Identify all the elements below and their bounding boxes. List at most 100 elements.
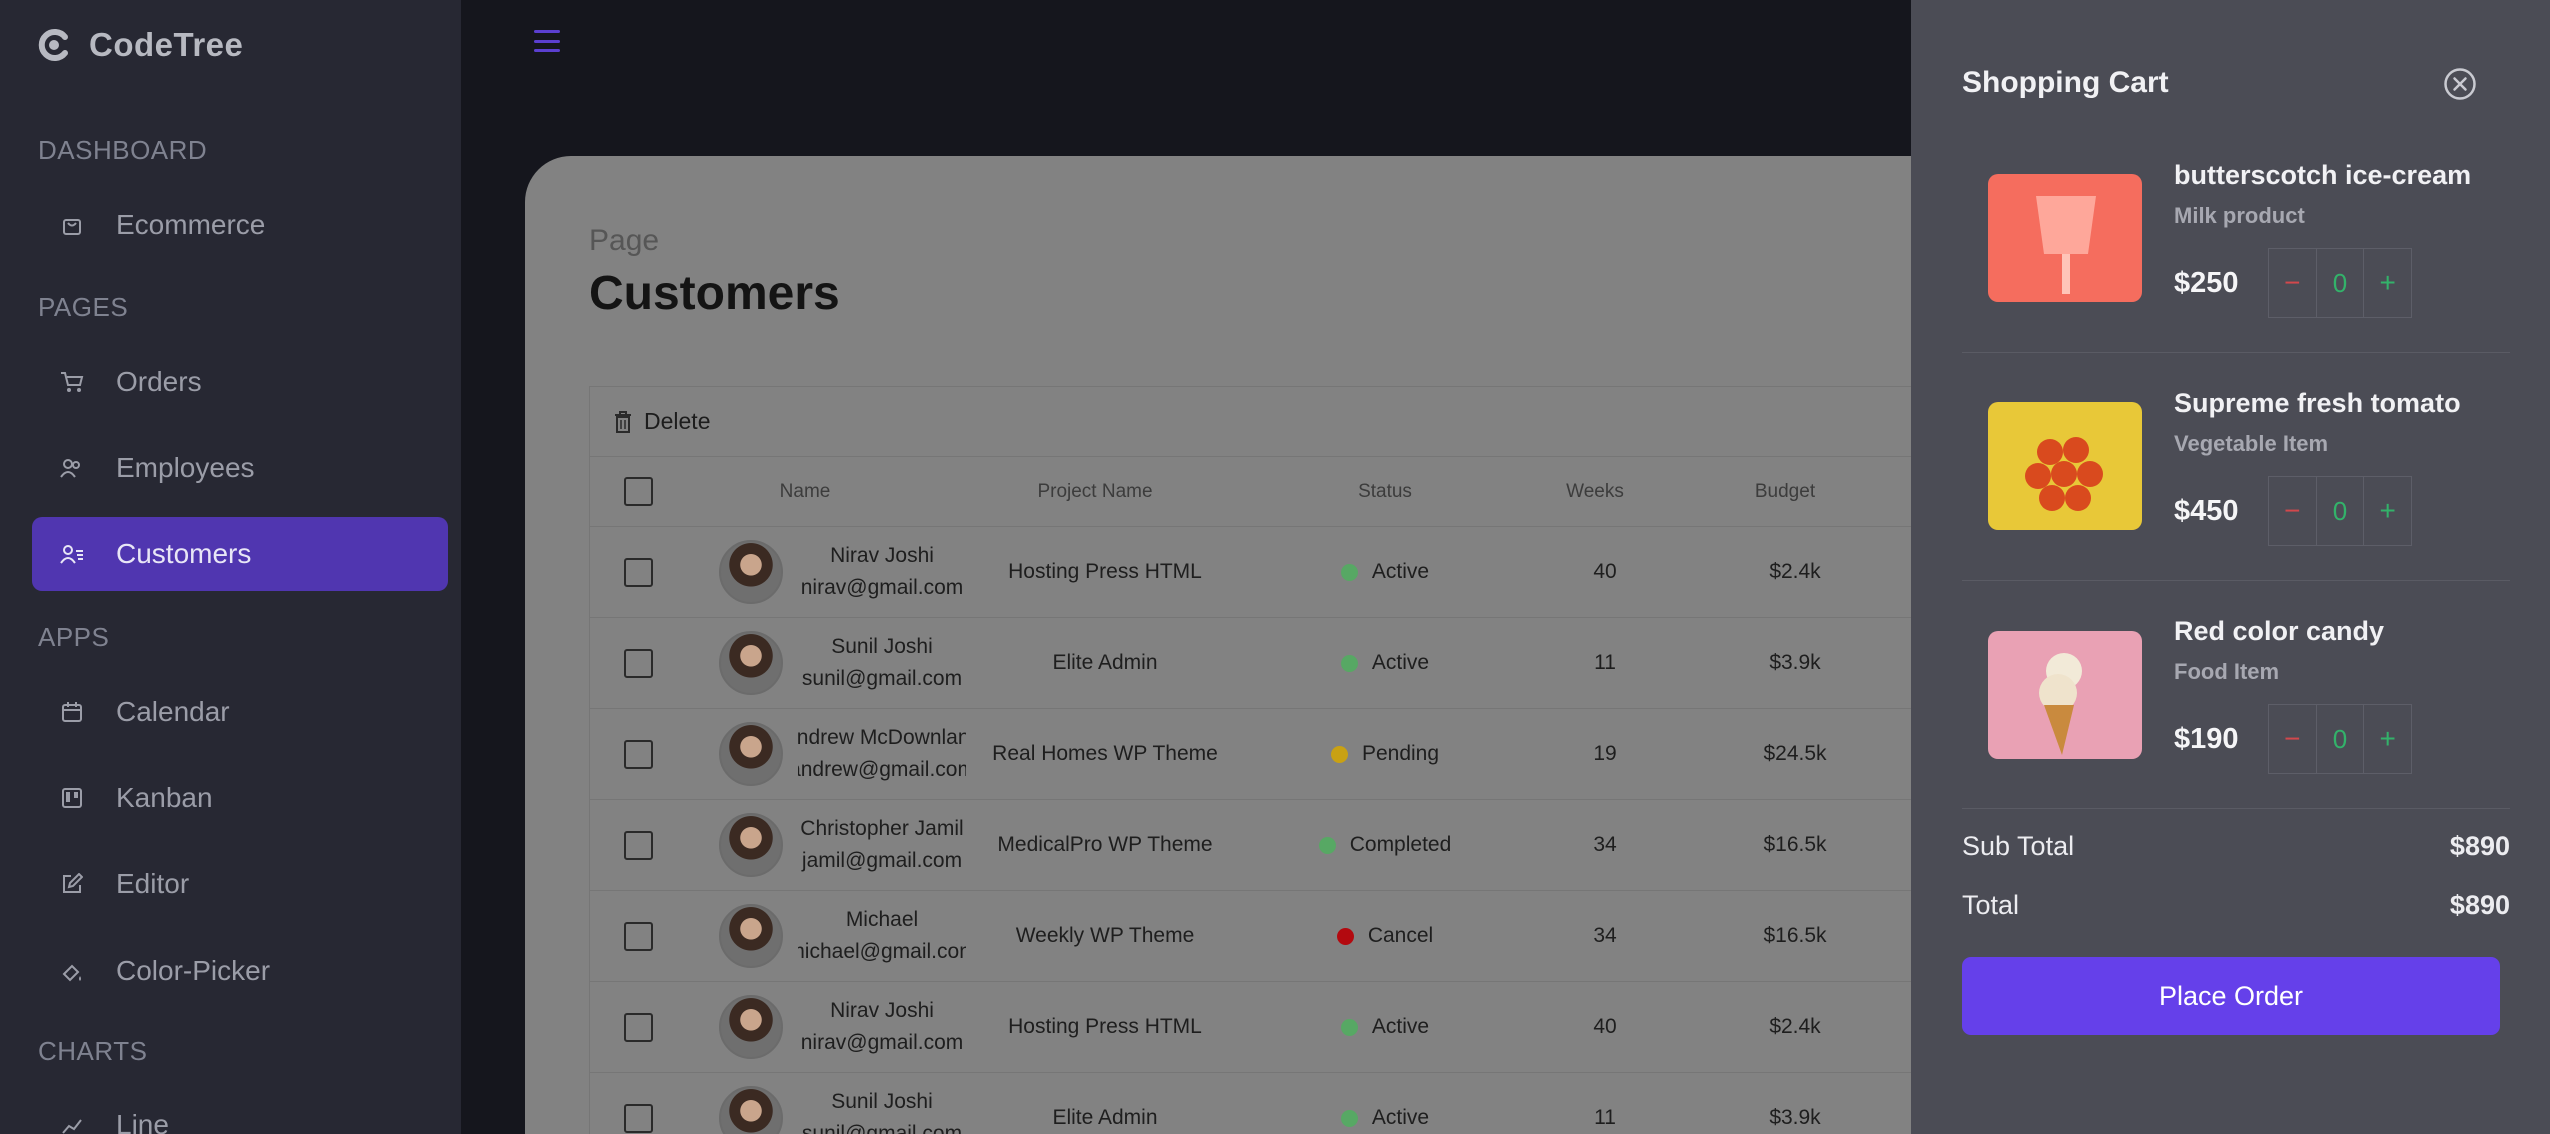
select-all-checkbox[interactable] <box>623 477 653 506</box>
product-image-tomato <box>1988 402 2142 530</box>
total-row: Total $890 <box>1962 890 2510 921</box>
column-header-project[interactable]: Project Name <box>980 457 1210 526</box>
quantity-stepper: − 0 + <box>2268 704 2412 774</box>
budget-value: $2.4k <box>1769 1015 1821 1038</box>
customer-email: michael@gmail.com <box>798 940 966 963</box>
table-row[interactable]: Sunil Joshi sunil@gmail.com Elite Admin Act… <box>590 618 2025 709</box>
status-dot <box>1340 1109 1358 1127</box>
sidebar-item-label: Calendar <box>116 696 230 727</box>
status-dot <box>1340 1018 1358 1036</box>
row-checkbox[interactable] <box>623 1012 653 1042</box>
decrease-button[interactable]: − <box>2269 705 2316 773</box>
project-name: Elite Admin <box>1052 651 1158 674</box>
decrease-button[interactable]: − <box>2269 249 2316 317</box>
brand-name: CodeTree <box>89 26 244 63</box>
status-badge: Active <box>1290 1073 1480 1134</box>
item-category: Milk product <box>2174 203 2305 228</box>
status-text: Cancel <box>1367 924 1434 947</box>
avatar <box>719 540 783 604</box>
avatar <box>719 904 783 968</box>
breadcrumb: Page <box>589 224 660 257</box>
budget-value: $3.9k <box>1769 651 1821 674</box>
weeks-value: 11 <box>1594 1106 1616 1129</box>
shopping-bag-icon <box>58 211 86 239</box>
kanban-icon <box>58 784 86 812</box>
sidebar-item-line[interactable]: Line <box>32 1088 448 1134</box>
customer-name: Nirav Joshi <box>830 999 934 1022</box>
product-image-candy <box>1988 631 2142 759</box>
column-header-name[interactable]: Name <box>700 457 910 526</box>
quantity-stepper: − 0 + <box>2268 476 2412 546</box>
close-icon[interactable] <box>2443 67 2477 101</box>
table-row[interactable]: Nirav Joshi nirav@gmail.com Hosting Press … <box>590 527 2025 618</box>
item-category: Food Item <box>2174 659 2280 684</box>
sidebar-item-editor[interactable]: Editor <box>32 847 448 921</box>
avatar <box>719 1086 783 1134</box>
row-checkbox[interactable] <box>623 557 653 587</box>
sidebar-item-orders[interactable]: Orders <box>32 345 448 419</box>
customer-name-cell: Andrew McDownland andrew@gmail.com <box>798 709 966 799</box>
table-row[interactable]: Michael michael@gmail.com Weekly WP Theme C… <box>590 891 2025 982</box>
project-name: Elite Admin <box>1052 1106 1158 1129</box>
table-row[interactable]: Christopher Jamil jamil@gmail.com MedicalP… <box>590 800 2025 891</box>
customer-name: Sunil Joshi <box>831 1090 933 1113</box>
page-title: Customers <box>589 267 840 320</box>
sidebar-item-label: Orders <box>116 366 202 397</box>
table-row[interactable]: Nirav Joshi nirav@gmail.com Hosting Press … <box>590 982 2025 1073</box>
item-price: $190 <box>2174 723 2239 755</box>
weeks-value: 11 <box>1594 651 1616 674</box>
sidebar-item-color-picker[interactable]: Color-Picker <box>32 934 448 1008</box>
subtotal-row: Sub Total $890 <box>1962 831 2510 862</box>
item-name: Supreme fresh tomato <box>2174 388 2461 418</box>
sidebar-item-label: Color-Picker <box>116 955 271 986</box>
customer-email: nirav@gmail.com <box>800 576 964 599</box>
column-header-budget[interactable]: Budget <box>1700 457 1870 526</box>
total-value: $890 <box>2449 890 2510 920</box>
sidebar-item-kanban[interactable]: Kanban <box>32 761 448 835</box>
employees-icon <box>58 454 86 482</box>
line-chart-icon <box>58 1111 86 1134</box>
item-price: $450 <box>2174 495 2239 527</box>
item-name: butterscotch ice-cream <box>2174 160 2472 190</box>
customer-name: Sunil Joshi <box>831 635 933 658</box>
section-label-pages: PAGES <box>38 292 129 322</box>
table-row[interactable]: Andrew McDownland andrew@gmail.com Real Ho… <box>590 709 2025 800</box>
customer-name-cell: Sunil Joshi sunil@gmail.com <box>798 618 966 708</box>
weeks-value: 34 <box>1593 924 1617 947</box>
row-checkbox[interactable] <box>623 648 653 678</box>
subtotal-value: $890 <box>2449 831 2510 861</box>
sidebar-item-calendar[interactable]: Calendar <box>32 675 448 749</box>
increase-button[interactable]: + <box>2364 249 2411 317</box>
status-dot <box>1330 745 1348 763</box>
brand[interactable]: CodeTree <box>37 24 243 66</box>
row-checkbox[interactable] <box>623 739 653 769</box>
sidebar-item-employees[interactable]: Employees <box>32 431 448 505</box>
codetree-logo-icon <box>38 29 68 61</box>
quantity-value: 0 <box>2315 477 2365 545</box>
status-badge: Completed <box>1290 800 1480 890</box>
weeks-value: 40 <box>1593 1015 1617 1038</box>
decrease-button[interactable]: − <box>2269 477 2316 545</box>
row-checkbox[interactable] <box>623 1103 653 1133</box>
customer-name-cell: Sunil Joshi sunil@gmail.com <box>798 1073 966 1134</box>
column-header-weeks[interactable]: Weeks <box>1510 457 1680 526</box>
menu-toggle-icon[interactable] <box>534 30 560 52</box>
row-checkbox[interactable] <box>623 921 653 951</box>
row-checkbox[interactable] <box>623 830 653 860</box>
increase-button[interactable]: + <box>2364 705 2411 773</box>
item-name: Red color candy <box>2174 616 2385 646</box>
calendar-icon <box>58 698 86 726</box>
status-badge: Active <box>1290 982 1480 1072</box>
sidebar-item-customers[interactable]: Customers <box>32 517 448 591</box>
item-price: $250 <box>2174 267 2239 299</box>
budget-value: $3.9k <box>1769 1106 1821 1129</box>
column-header-status[interactable]: Status <box>1290 457 1480 526</box>
table-row[interactable]: Sunil Joshi sunil@gmail.com Elite Admin Act… <box>590 1073 2025 1134</box>
increase-button[interactable]: + <box>2364 477 2411 545</box>
avatar <box>719 631 783 695</box>
delete-button[interactable]: Delete <box>590 387 2025 457</box>
place-order-button[interactable]: Place Order <box>1962 957 2500 1035</box>
cart-icon <box>58 368 86 396</box>
avatar <box>719 813 783 877</box>
sidebar-item-ecommerce[interactable]: Ecommerce <box>32 188 448 262</box>
